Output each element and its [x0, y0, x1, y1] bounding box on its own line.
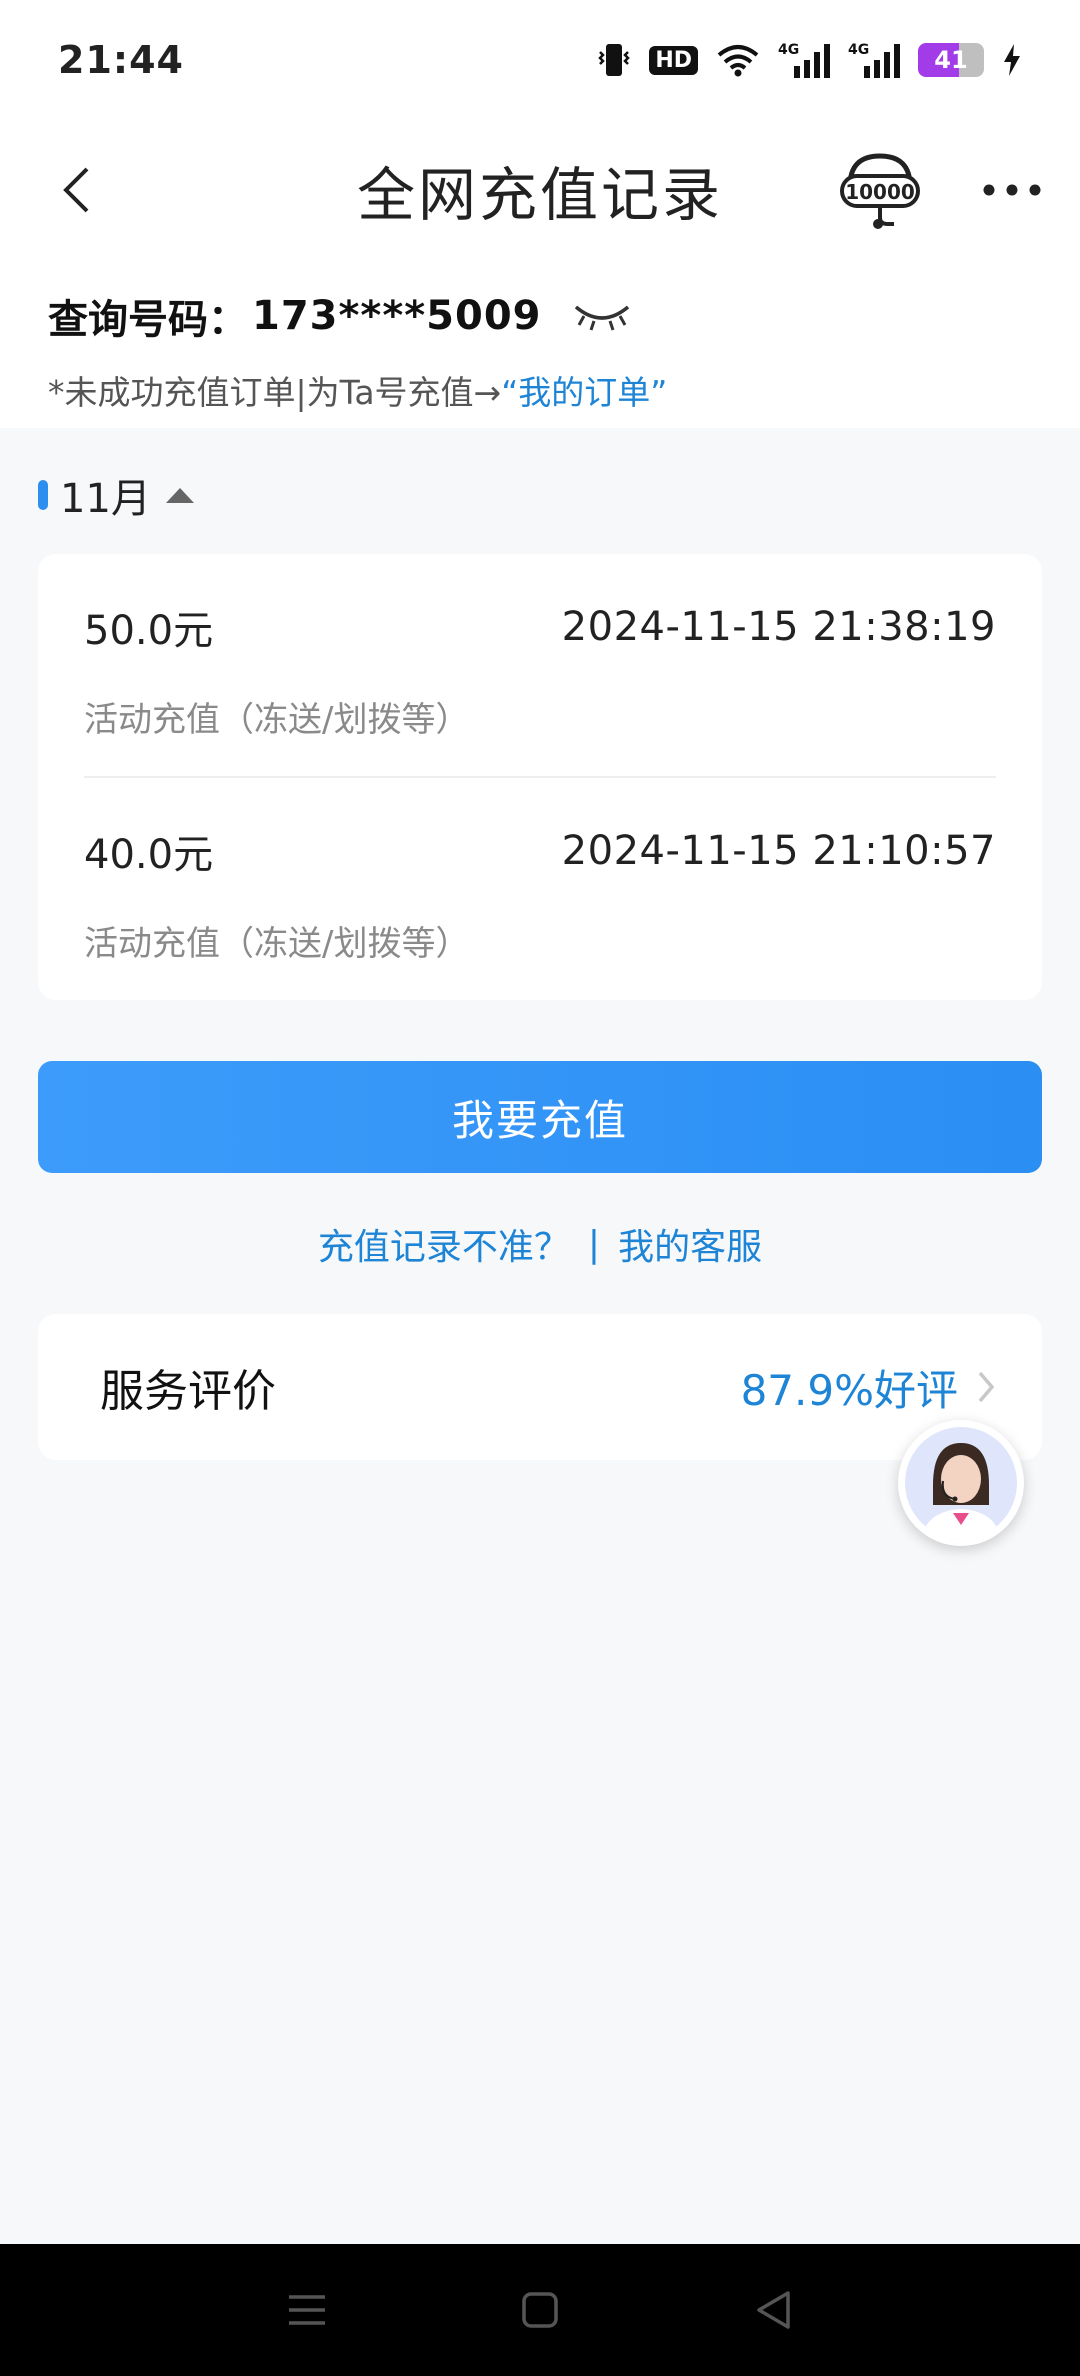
link-separator: |: [587, 1223, 601, 1265]
wifi-icon: [716, 43, 760, 77]
assistant-avatar-button[interactable]: [898, 1420, 1024, 1546]
chevron-right-icon: [974, 1367, 998, 1407]
back-triangle-icon[interactable]: [743, 2280, 803, 2340]
charging-icon: [1002, 43, 1022, 77]
month-header[interactable]: 11月: [38, 470, 197, 522]
inaccurate-record-link[interactable]: 充值记录不准？: [318, 1218, 570, 1270]
status-icons: HD 4G 4G 41: [597, 40, 1022, 80]
hint-text: *未成功充值订单|为Ta号充值→: [48, 373, 502, 412]
help-links: 充值记录不准？ | 我的客服: [0, 1218, 1080, 1270]
hint-line: *未成功充值订单|为Ta号充值→“我的订单”: [48, 366, 1080, 414]
query-label: 查询号码：: [48, 297, 248, 343]
query-number: 173****5009: [252, 293, 542, 339]
service-rating-row[interactable]: 服务评价 87.9%好评: [38, 1314, 1042, 1460]
battery-icon: 41: [918, 43, 984, 77]
rating-label: 服务评价: [100, 1366, 276, 1417]
page: 21:44 HD 4G 4G 41 全网充值记录 10000 查询号码： 173…: [0, 0, 1080, 2376]
menu-icon[interactable]: [277, 2280, 337, 2340]
signal-4g-icon: 4G: [848, 40, 900, 80]
vibrate-icon: [597, 42, 631, 78]
caret-up-icon[interactable]: [163, 483, 197, 507]
record-time: 2024-11-15 21:10:57: [561, 828, 996, 874]
more-dots-icon: [983, 184, 1041, 196]
navigation-bar: [0, 2244, 1080, 2376]
my-service-link[interactable]: 我的客服: [618, 1218, 762, 1270]
records-card: 50.0元 2024-11-15 21:38:19 活动充值（冻送/划拨等） 4…: [38, 554, 1042, 1000]
record-item: 50.0元 2024-11-15 21:38:19 活动充值（冻送/划拨等）: [84, 554, 996, 776]
service-label: 10000: [845, 180, 915, 204]
header-bar: 全网充值记录 10000: [0, 120, 1080, 260]
assistant-avatar-icon: [905, 1427, 1017, 1539]
more-button[interactable]: [980, 160, 1044, 220]
hd-voice-icon: HD: [649, 45, 698, 75]
month-marker: [38, 480, 48, 510]
svg-text:4G: 4G: [778, 42, 799, 58]
status-time: 21:44: [58, 38, 184, 82]
back-button[interactable]: [46, 160, 106, 220]
record-type: 活动充值（冻送/划拨等）: [84, 700, 470, 740]
record-type: 活动充值（冻送/划拨等）: [84, 924, 470, 964]
chevron-left-icon: [63, 167, 89, 213]
rating-value: 87.9%好评: [740, 1365, 958, 1415]
record-item: 40.0元 2024-11-15 21:10:57 活动充值（冻送/划拨等）: [84, 776, 996, 998]
svg-text:4G: 4G: [848, 42, 869, 58]
eye-toggle-button[interactable]: [570, 294, 634, 338]
month-label: 11月: [60, 476, 151, 522]
signal-4g-icon: 4G: [778, 40, 830, 80]
page-title: 全网充值记录: [356, 161, 723, 229]
customer-service-10000-icon: 10000: [840, 153, 920, 229]
status-bar: 21:44 HD 4G 4G 41: [0, 0, 1080, 120]
home-square-icon[interactable]: [510, 2280, 570, 2340]
recharge-button[interactable]: 我要充值: [38, 1061, 1042, 1173]
customer-service-button[interactable]: 10000: [838, 148, 922, 232]
query-line: 查询号码： 173****5009: [48, 260, 1080, 360]
eye-closed-icon: [574, 305, 629, 331]
my-orders-link[interactable]: “我的订单”: [501, 373, 667, 412]
record-time: 2024-11-15 21:38:19: [561, 604, 996, 650]
query-info: 查询号码： 173****5009 *未成功充值订单|为Ta号充值→“我的订单”: [0, 260, 1080, 428]
record-amount: 40.0元: [84, 832, 214, 878]
rating-right: 87.9%好评: [741, 1357, 998, 1418]
record-amount: 50.0元: [84, 608, 214, 654]
